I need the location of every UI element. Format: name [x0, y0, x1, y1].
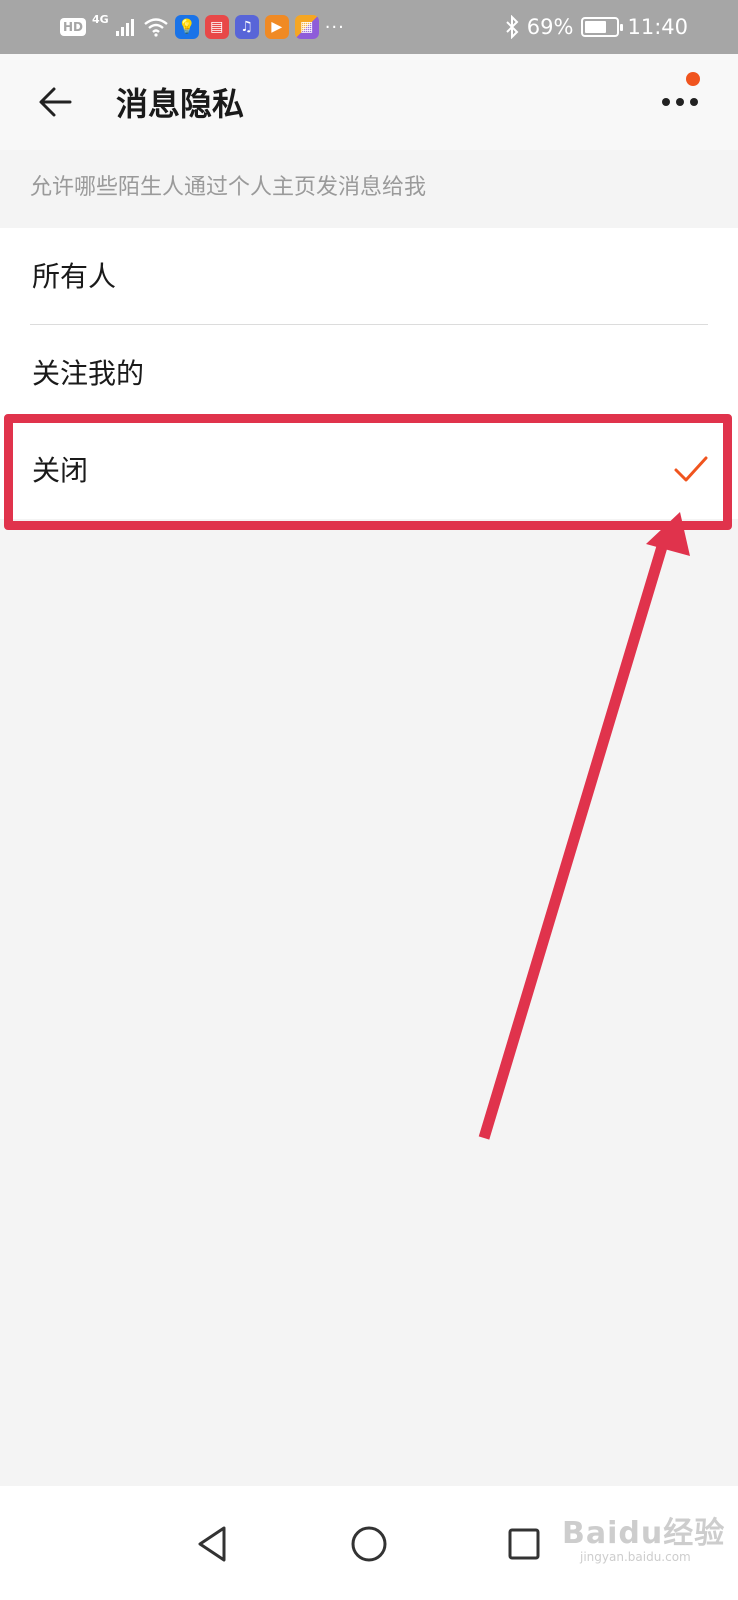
video-app-icon: ▶ [264, 15, 289, 39]
store-app-icon: ▦ [294, 15, 319, 39]
triangle-back-icon [198, 1526, 226, 1562]
network-type-label: 4G [92, 13, 109, 26]
watermark-brand: Baidu经验 [562, 1516, 726, 1551]
circle-home-icon [351, 1526, 387, 1562]
battery-level-fill [585, 21, 607, 33]
back-button[interactable] [36, 82, 76, 122]
option-label: 关注我的 [32, 357, 145, 390]
nav-back-button[interactable] [190, 1520, 238, 1568]
huawei-app-icon: ▤ [204, 15, 229, 39]
status-bar: HD 4G 💡 ▤ ♫ ▶ ▦ ··· 69% 11:40 [0, 0, 738, 54]
section-description: 允许哪些陌生人通过个人主页发消息给我 [30, 175, 427, 200]
watermark-url: jingyan.baidu.com [580, 1550, 691, 1564]
battery-percent: 69% [526, 15, 574, 39]
status-bar-right: 69% 11:40 [505, 12, 688, 42]
music-app-icon: ♫ [234, 15, 259, 39]
notification-dot-icon [686, 72, 700, 86]
option-label: 所有人 [32, 260, 117, 293]
bulb-app-icon: 💡 [174, 15, 199, 39]
signal-icon [115, 19, 134, 36]
hd-badge: HD [60, 18, 87, 36]
option-followers[interactable]: 关注我的 [0, 325, 738, 422]
app-header: 消息隐私 [0, 54, 738, 150]
bluetooth-icon [506, 15, 519, 39]
more-dot-icon [690, 98, 698, 106]
watermark: Baidu经验 jingyan.baidu.com [562, 1500, 732, 1580]
back-arrow-icon [39, 87, 72, 117]
clock: 11:40 [627, 15, 688, 39]
square-recents-icon [508, 1528, 540, 1560]
wifi-icon [143, 18, 168, 37]
battery-icon [581, 17, 624, 37]
option-everyone[interactable]: 所有人 [0, 228, 738, 325]
more-notifications-icon: ··· [324, 16, 345, 38]
more-dot-icon [662, 98, 670, 106]
more-options-button[interactable] [662, 72, 718, 130]
status-bar-left: HD 4G 💡 ▤ ♫ ▶ ▦ ··· [60, 12, 345, 42]
annotation-highlight-box [4, 414, 732, 530]
page-title: 消息隐私 [116, 85, 245, 123]
nav-home-button[interactable] [345, 1520, 393, 1568]
nav-recents-button[interactable] [500, 1520, 548, 1568]
more-dot-icon [676, 98, 684, 106]
